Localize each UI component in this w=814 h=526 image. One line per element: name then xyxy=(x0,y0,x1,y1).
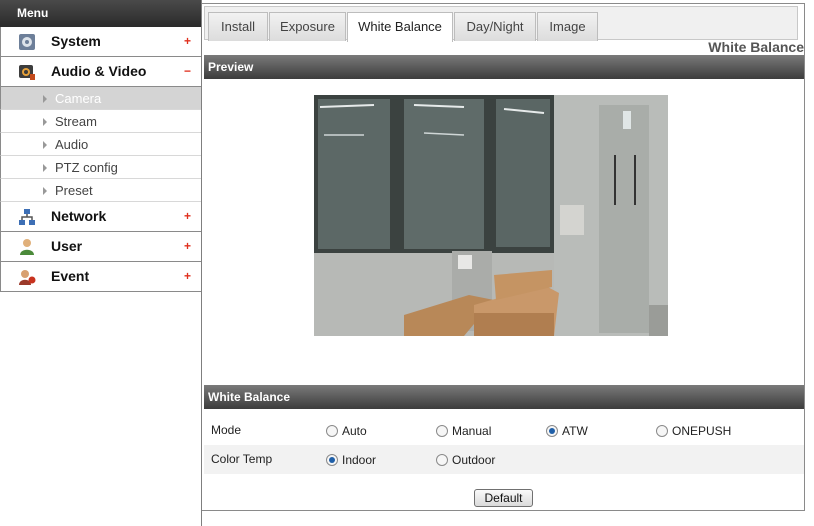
sidebar-item-audio-video[interactable]: Audio & Video − xyxy=(0,57,201,87)
mode-label: Mode xyxy=(211,423,242,437)
white-balance-header: White Balance xyxy=(204,385,804,409)
collapse-icon[interactable]: − xyxy=(184,57,191,86)
sidebar-subitem-label: Stream xyxy=(55,114,97,129)
menu-header: Menu xyxy=(0,0,201,27)
camera-icon xyxy=(19,65,35,80)
triangle-right-icon xyxy=(43,164,47,172)
mode-manual-radio[interactable] xyxy=(436,425,448,437)
sidebar-item-label: Event xyxy=(51,268,90,284)
app-root: Menu System + Audio & Video − Camera Str… xyxy=(0,0,814,526)
gear-icon xyxy=(19,34,35,50)
tab-install[interactable]: Install xyxy=(208,12,268,41)
network-icon xyxy=(19,209,35,225)
user-icon xyxy=(20,239,34,255)
sidebar-menu: Menu System + Audio & Video − Camera Str… xyxy=(0,0,202,526)
tab-day-night[interactable]: Day/Night xyxy=(454,12,536,41)
expand-icon[interactable]: + xyxy=(184,232,191,261)
sidebar-item-label: User xyxy=(51,238,83,254)
sidebar-item-user[interactable]: User + xyxy=(0,232,201,262)
sidebar-item-label: Audio & Video xyxy=(51,63,147,79)
camera-preview-image xyxy=(314,95,668,336)
tab-white-balance[interactable]: White Balance xyxy=(347,12,453,42)
sidebar-subitem-label: PTZ config xyxy=(55,160,118,175)
color-temp-indoor-label[interactable]: Indoor xyxy=(342,445,376,475)
page-title: White Balance xyxy=(708,39,804,55)
expand-icon[interactable]: + xyxy=(184,202,191,231)
triangle-right-icon xyxy=(43,141,47,149)
triangle-right-icon xyxy=(43,118,47,126)
sidebar-subitem-label: Preset xyxy=(55,183,93,198)
sidebar-subitem-label: Audio xyxy=(55,137,89,152)
color-temp-outdoor-label[interactable]: Outdoor xyxy=(452,445,495,475)
sidebar-item-network[interactable]: Network + xyxy=(0,202,201,232)
main-panel: Install Exposure White Balance Day/Night… xyxy=(202,3,805,511)
tab-image[interactable]: Image xyxy=(537,12,598,41)
expand-icon[interactable]: + xyxy=(184,262,191,291)
mode-auto-label[interactable]: Auto xyxy=(342,416,367,446)
expand-icon[interactable]: + xyxy=(184,27,191,56)
preview-header: Preview xyxy=(204,55,804,79)
event-icon xyxy=(19,270,36,285)
color-temp-label: Color Temp xyxy=(211,452,273,466)
color-temp-indoor-radio[interactable] xyxy=(326,454,338,466)
default-button[interactable]: Default xyxy=(474,489,533,507)
color-temp-outdoor-radio[interactable] xyxy=(436,454,448,466)
mode-atw-radio[interactable] xyxy=(546,425,558,437)
sidebar-subitem-camera[interactable]: Camera xyxy=(0,87,201,110)
sidebar-item-event[interactable]: Event + xyxy=(0,262,201,292)
triangle-right-icon xyxy=(43,95,47,103)
triangle-right-icon xyxy=(43,187,47,195)
tab-bar: Install Exposure White Balance Day/Night… xyxy=(204,6,798,42)
mode-atw-label[interactable]: ATW xyxy=(562,416,588,446)
sidebar-item-system[interactable]: System + xyxy=(0,27,201,57)
sidebar-subitem-audio[interactable]: Audio xyxy=(0,133,201,156)
sidebar-subitem-preset[interactable]: Preset xyxy=(0,179,201,202)
color-temp-row: Color Temp Indoor Outdoor xyxy=(204,445,804,474)
sidebar-item-label: Network xyxy=(51,208,107,224)
sidebar-subitem-ptz-config[interactable]: PTZ config xyxy=(0,156,201,179)
sidebar-subitem-label: Camera xyxy=(55,91,102,106)
mode-auto-radio[interactable] xyxy=(326,425,338,437)
mode-onepush-label[interactable]: ONEPUSH xyxy=(672,416,731,446)
mode-onepush-radio[interactable] xyxy=(656,425,668,437)
mode-row: Mode Auto Manual ATW ONEPUSH xyxy=(204,416,804,445)
mode-manual-label[interactable]: Manual xyxy=(452,416,491,446)
sidebar-item-label: System xyxy=(51,33,101,49)
sidebar-subitem-stream[interactable]: Stream xyxy=(0,110,201,133)
tab-exposure[interactable]: Exposure xyxy=(269,12,346,41)
